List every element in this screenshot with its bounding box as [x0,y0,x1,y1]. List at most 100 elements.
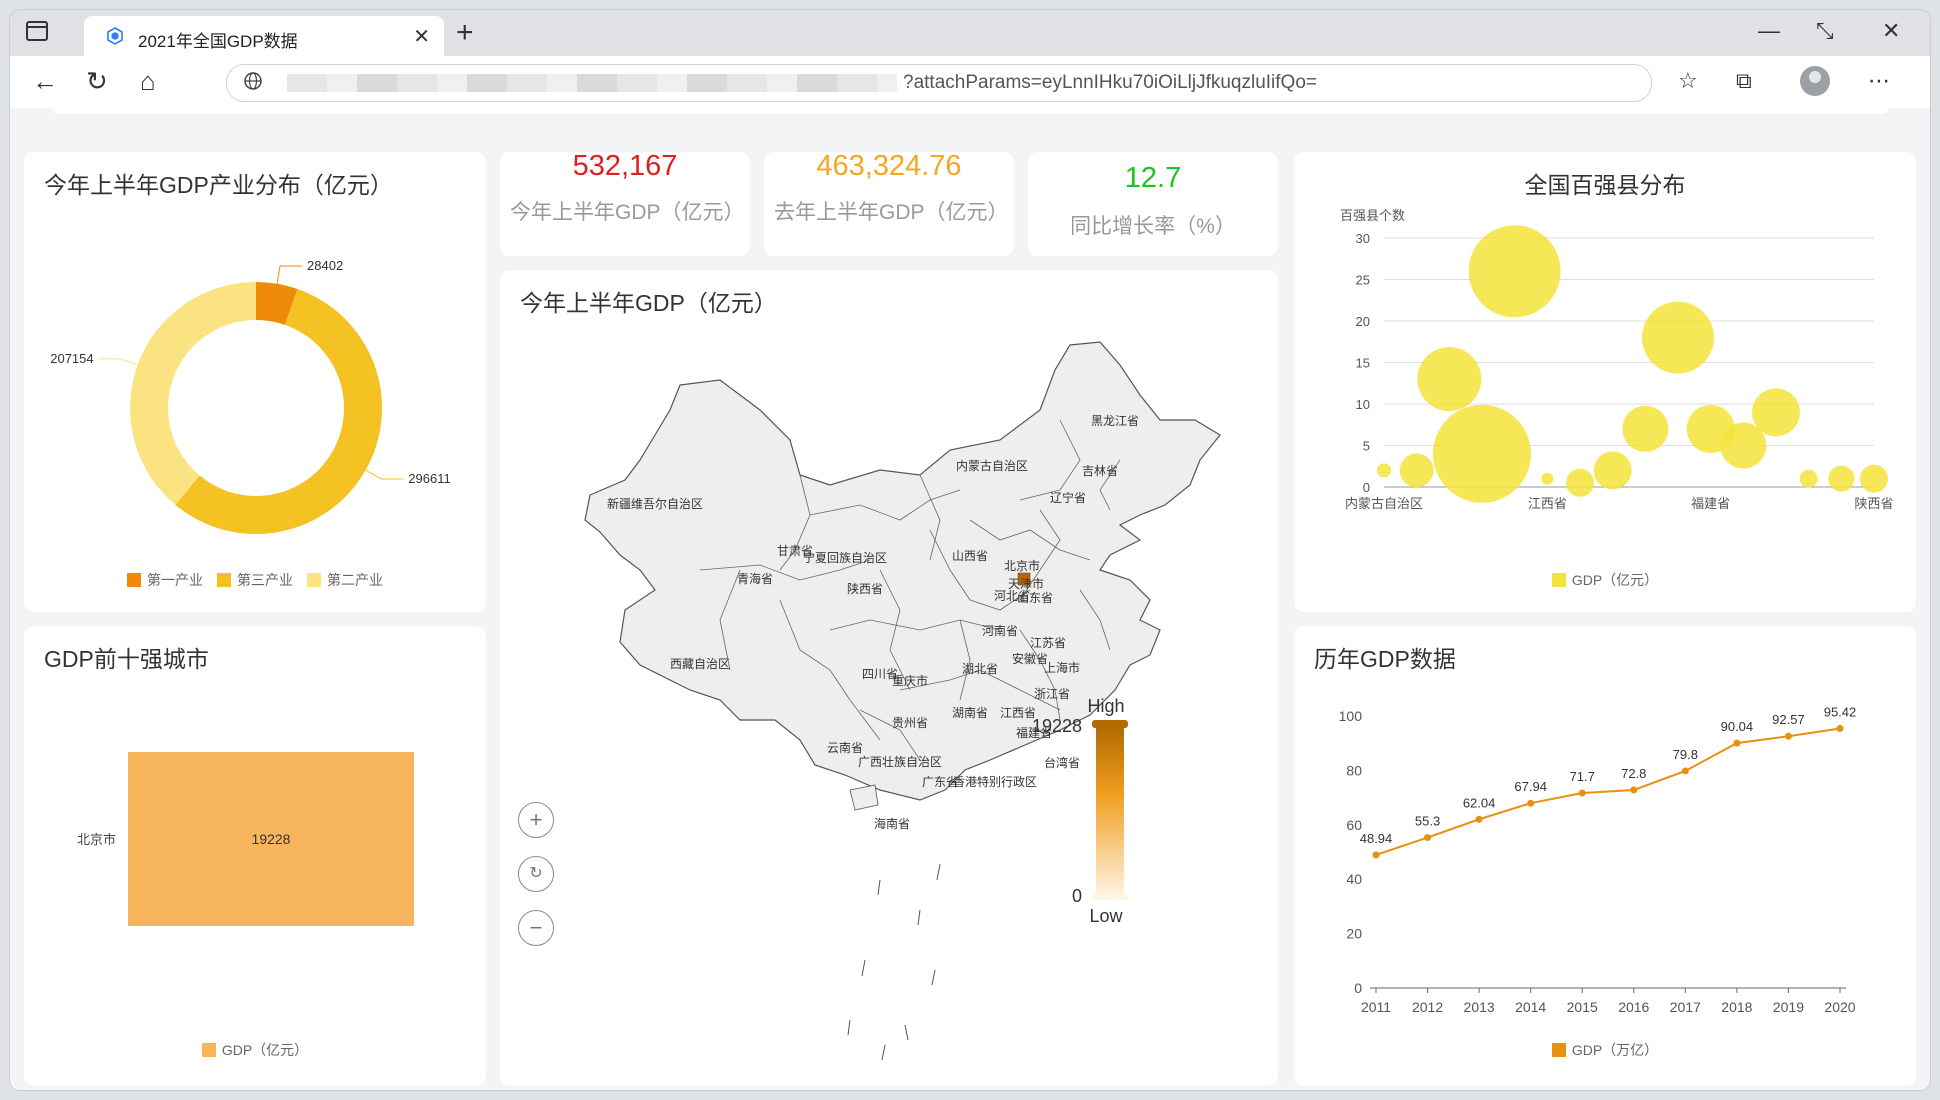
province-label: 内蒙古自治区 [956,458,1028,473]
favorite-icon[interactable]: ☆ [1678,68,1698,94]
x-tick-label: 内蒙古自治区 [1345,496,1423,511]
province-label: 重庆市 [892,673,928,688]
province-label: 香港特别行政区 [953,774,1037,789]
donut-label: 296611 [408,471,450,486]
bubble[interactable] [1593,451,1632,490]
visual-map-low-label: Low [1089,906,1123,926]
data-point[interactable] [1784,732,1792,740]
refresh-icon[interactable]: ↻ [86,68,108,94]
legend-swatch [127,573,141,587]
bubble[interactable] [1541,472,1554,485]
minimize-icon[interactable]: — [1758,18,1780,44]
y-tick-label: 5 [1363,439,1370,454]
address-bar[interactable]: ?attachParams=eyLnnIHku70iOiLljJfkuqzluI… [226,64,1652,102]
bubble[interactable] [1468,225,1561,318]
new-tab-icon[interactable]: + [456,16,474,50]
y-tick-label: 0 [1363,480,1370,495]
bubble[interactable] [1417,347,1482,412]
data-point[interactable] [1527,799,1535,807]
donut-leader [276,265,303,284]
bubble[interactable] [1860,464,1888,493]
top-strip [52,108,1888,114]
donut-slice[interactable] [130,282,256,505]
hainan-shape[interactable] [849,784,879,811]
bubble[interactable] [1433,404,1531,503]
url-redacted [287,74,897,92]
data-point[interactable] [1733,739,1741,747]
bubble[interactable] [1622,405,1669,452]
visual-map-handle-top[interactable] [1092,720,1128,728]
china-outline[interactable] [584,341,1221,801]
legend-swatch [201,1043,216,1057]
top-cities-legend[interactable]: GDP（亿元） [24,1040,486,1060]
province-label: 湖北省 [962,661,998,676]
history-legend[interactable]: GDP（万亿） [1294,1040,1916,1060]
collections-icon[interactable]: ⧉ [1736,68,1752,94]
kpi-card-current: 532,167 今年上半年GDP（亿元） [500,150,750,256]
dashboard: 今年上半年GDP产业分布（亿元） 28402 296611 207154 第一产业第… [10,108,1930,1090]
legend-label: 第一产业 [147,572,203,588]
zoom-in-button[interactable]: + [518,802,554,838]
home-icon[interactable]: ⌂ [140,68,156,94]
visual-map-max: 19228 [1032,716,1082,736]
province-label: 吉林省 [1082,464,1118,478]
tab-title: 2021年全国GDP数据 [138,32,298,51]
bubble-legend[interactable]: GDP（亿元） [1294,570,1916,590]
more-icon[interactable]: ⋯ [1868,68,1890,94]
y-tick-label: 40 [1346,871,1362,887]
donut-label: 28402 [307,258,343,273]
browser-window: 2021年全国GDP数据 ✕ + — ⤡ ✕ ← ↻ ⌂ ?attachPara… [10,10,1930,1090]
china-map[interactable]: 黑龙江省吉林省辽宁省内蒙古自治区新疆维吾尔自治区北京市天津市河北省山西省甘肃省宁… [500,270,1278,1086]
kpi-value: 12.7 [1124,162,1182,194]
visual-map-bar[interactable] [1096,728,1124,894]
data-point[interactable] [1836,724,1844,732]
tab-strip: 2021年全国GDP数据 ✕ + — ⤡ ✕ [10,10,1930,56]
bubble[interactable] [1799,469,1818,488]
data-label: 92.57 [1772,712,1805,727]
y-tick-label: 80 [1346,762,1362,778]
visual-map-handle-bottom[interactable] [1092,894,1128,900]
back-icon[interactable]: ← [32,68,58,94]
bubble[interactable] [1377,463,1391,478]
x-tick-label: 2020 [1824,999,1855,1015]
close-window-icon[interactable]: ✕ [1882,18,1900,44]
data-point[interactable] [1630,786,1638,794]
data-point[interactable] [1681,767,1689,775]
avatar[interactable] [1800,66,1830,96]
data-point[interactable] [1424,834,1432,842]
legend-item[interactable]: 第二产业 [307,572,383,588]
y-tick-label: 20 [1346,926,1362,942]
legend-label: GDP（亿元） [1571,572,1659,588]
legend-label: GDP（亿元） [221,1042,309,1058]
data-point[interactable] [1475,815,1483,823]
data-label: 72.8 [1621,766,1646,781]
y-tick-label: 100 [1339,708,1363,724]
x-tick-label: 2017 [1670,999,1701,1015]
legend-item[interactable]: 第三产业 [217,572,293,588]
bubble[interactable] [1752,388,1800,437]
province-label: 云南省 [827,740,863,755]
x-tick-label: 江西省 [1528,496,1567,511]
kpi-card-previous: 463,324.76 去年上半年GDP（亿元） [764,150,1014,256]
tab-active[interactable]: 2021年全国GDP数据 ✕ [84,16,444,56]
bubble[interactable] [1642,301,1714,374]
zoom-out-button[interactable]: − [518,910,554,946]
bubble[interactable] [1566,468,1594,497]
close-tab-icon[interactable]: ✕ [413,24,430,49]
donut-leader [365,469,404,480]
reset-view-button[interactable]: ↻ [518,856,554,892]
kpi-label: 今年上半年GDP（亿元） [510,201,745,224]
province-label: 宁夏回族自治区 [803,550,887,565]
legend-item[interactable]: 第一产业 [127,572,203,588]
legend-label: 第二产业 [327,572,383,588]
data-point[interactable] [1578,789,1586,797]
data-point[interactable] [1372,851,1380,859]
bubble[interactable] [1399,453,1434,488]
x-tick-label: 2012 [1412,999,1443,1015]
x-tick-label: 福建省 [1691,496,1730,511]
legend-swatch [217,573,231,587]
restore-icon[interactable]: ⤡ [1816,18,1834,44]
province-label: 西藏自治区 [670,657,730,671]
tab-actions-icon[interactable] [26,21,48,41]
bubble[interactable] [1828,465,1855,492]
